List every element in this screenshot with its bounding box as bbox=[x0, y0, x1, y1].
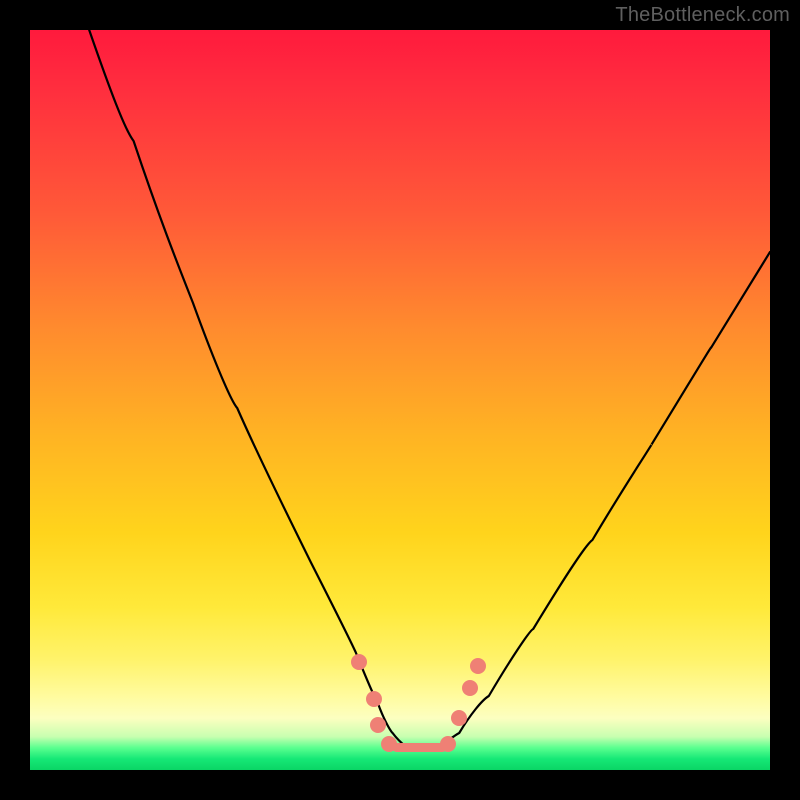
data-marker bbox=[440, 736, 456, 752]
data-marker bbox=[370, 717, 386, 733]
outer-frame: TheBottleneck.com bbox=[0, 0, 800, 800]
bottleneck-curve bbox=[89, 30, 770, 748]
data-marker bbox=[451, 710, 467, 726]
data-marker bbox=[462, 680, 478, 696]
trough-segment-marker bbox=[392, 743, 447, 752]
watermark-text: TheBottleneck.com bbox=[615, 4, 790, 27]
data-marker bbox=[366, 691, 382, 707]
chart-svg bbox=[30, 30, 770, 770]
plot-area bbox=[30, 30, 770, 770]
data-marker bbox=[470, 658, 486, 674]
data-marker bbox=[381, 736, 397, 752]
data-marker bbox=[351, 654, 367, 670]
